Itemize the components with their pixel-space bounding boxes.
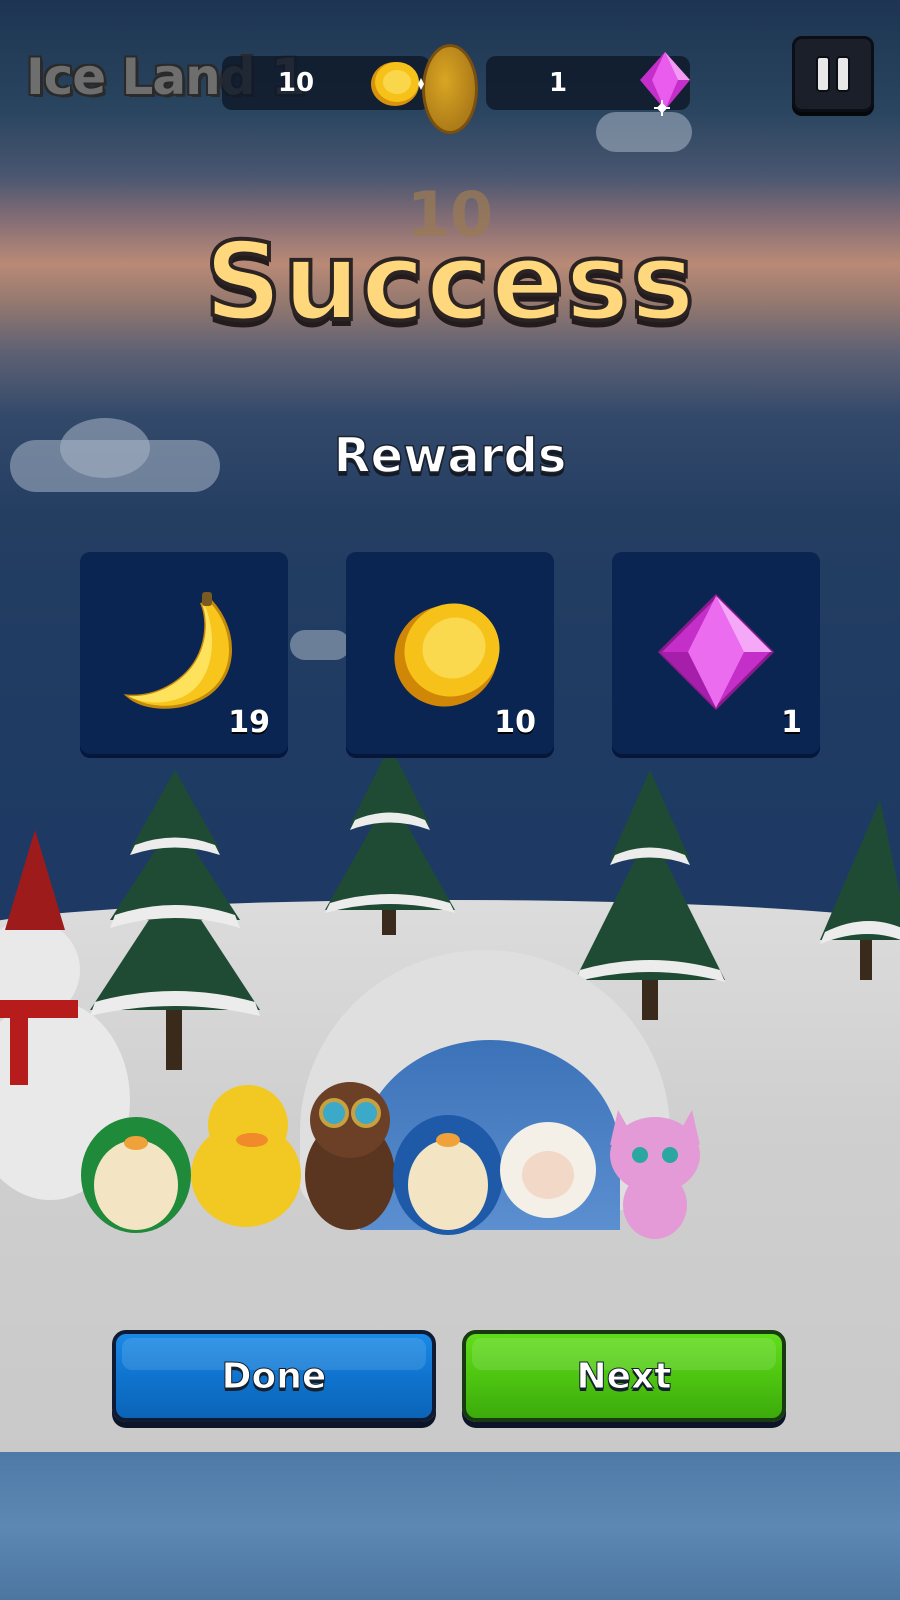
success-title: Success [202,218,697,347]
reward-count: 1 [781,705,802,740]
reward-card-banana: 19 [80,552,288,754]
pause-button[interactable] [792,36,874,112]
large-coin-icon [422,44,478,134]
done-button[interactable]: Done [112,1330,436,1422]
penguin-green-character [81,1117,191,1233]
next-button-label: Next [576,1355,672,1397]
beaver-character [305,1082,395,1230]
done-button-label: Done [221,1355,327,1397]
penguin-blue-character [393,1115,503,1235]
coin-count: 10 [277,68,315,98]
pine-tree [325,745,455,935]
coin-icon [371,62,424,106]
pine-tree [575,770,725,1020]
sheep-character [500,1122,596,1218]
snowman-hat-icon [5,830,65,930]
duck-character [191,1085,301,1227]
reward-count: 10 [494,705,536,740]
pause-icon [816,56,850,92]
ice-floor [0,1452,900,1600]
snowman-scarf-icon [0,1000,78,1085]
gem-count: 1 [548,68,568,98]
pine-tree [820,800,900,980]
next-button[interactable]: Next [462,1330,786,1422]
rewards-heading: Rewards [333,427,567,485]
cloud [290,630,350,660]
pine-tree [90,770,260,1070]
reward-card-gem: 1 [612,552,820,754]
reward-card-coin: 10 [346,552,554,754]
gem-icon [640,52,690,116]
reward-count: 19 [228,705,270,740]
cat-character [610,1110,700,1239]
